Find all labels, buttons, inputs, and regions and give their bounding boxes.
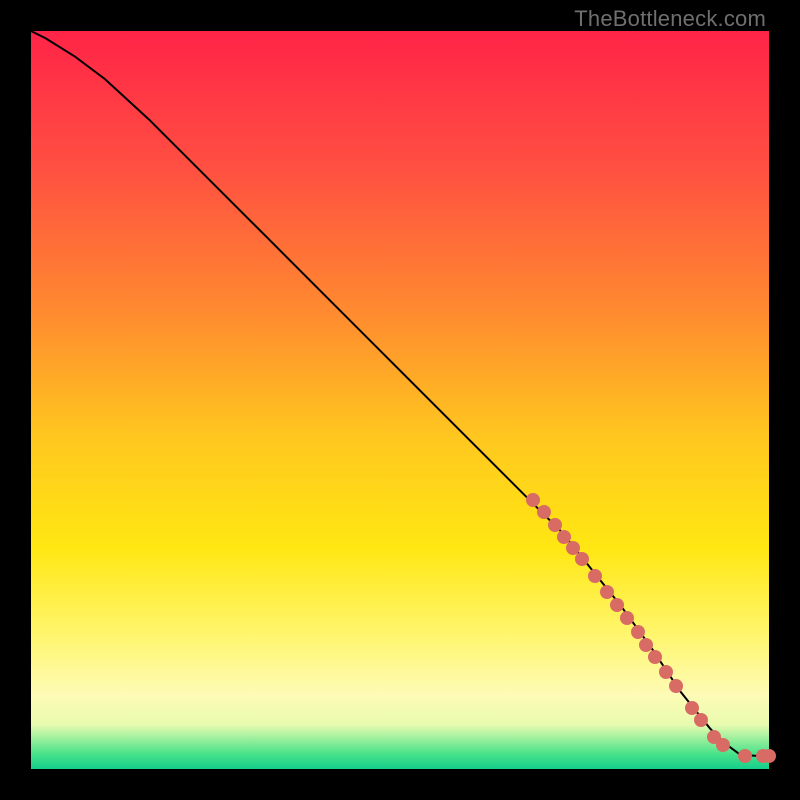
bottleneck-curve (31, 31, 769, 756)
curve-svg (31, 31, 769, 769)
watermark-text: TheBottleneck.com (574, 6, 766, 32)
chart-frame: TheBottleneck.com (0, 0, 800, 800)
